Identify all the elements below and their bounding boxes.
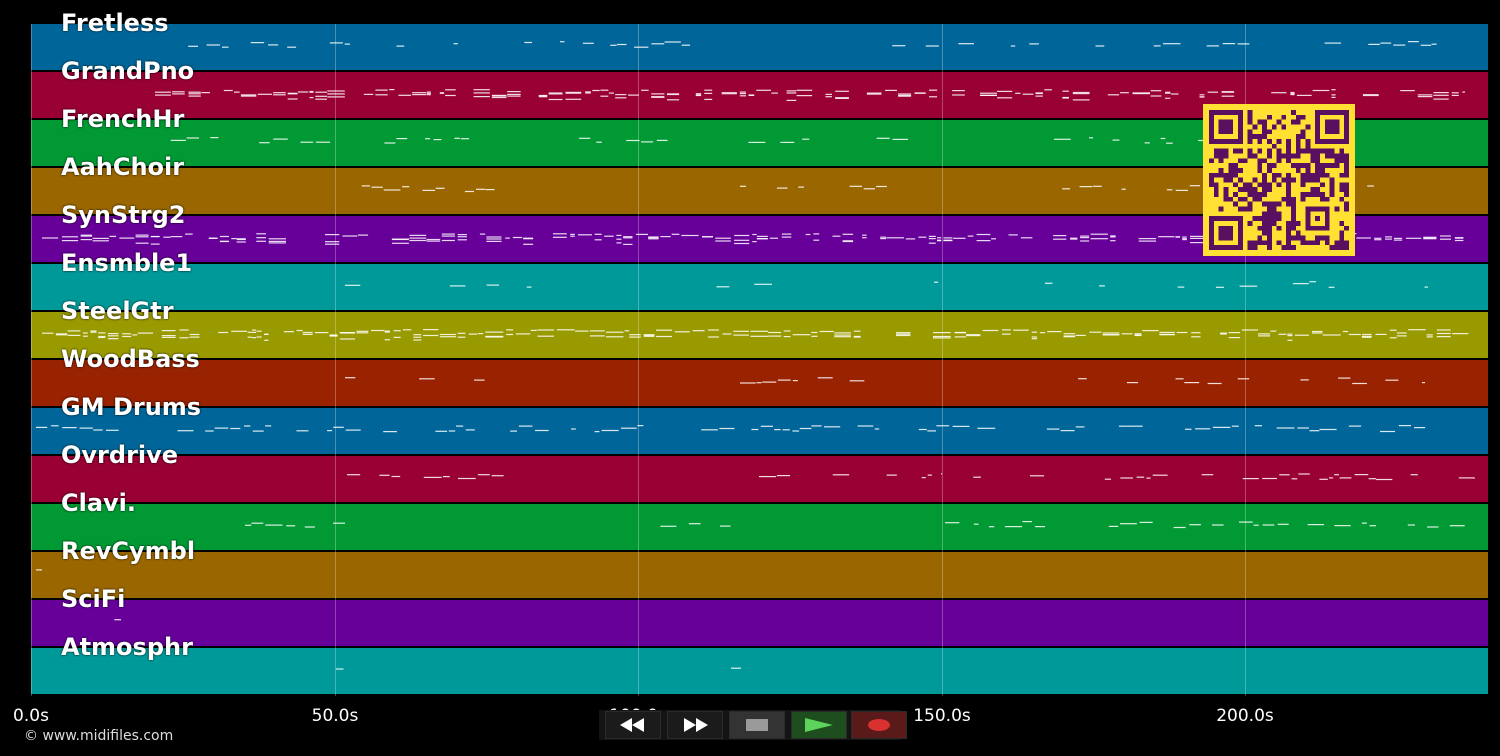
transport-bar — [599, 710, 907, 740]
time-tick-label: 200.0s — [1216, 706, 1274, 726]
fast-forward-icon — [684, 718, 708, 732]
time-tick-label: 150.0s — [913, 706, 971, 726]
track-label: Ensmble1 — [61, 249, 193, 277]
play-button[interactable] — [791, 711, 847, 739]
track-label: FrenchHr — [61, 105, 185, 133]
time-tick-label: 0.0s — [13, 706, 49, 726]
time-gridline — [31, 24, 32, 696]
track-row — [31, 360, 1488, 406]
track-row — [31, 504, 1488, 550]
track-label: GrandPno — [61, 57, 195, 85]
track-row — [31, 408, 1488, 454]
qr-code — [1203, 104, 1355, 256]
track-label: SciFi — [61, 585, 126, 613]
track-label: Ovrdrive — [61, 441, 179, 469]
time-gridline — [942, 24, 943, 696]
track-label: WoodBass — [61, 345, 200, 373]
qr-code-image — [1209, 110, 1349, 250]
stop-button[interactable] — [729, 711, 785, 739]
track-label: SteelGtr — [61, 297, 174, 325]
track-label: SynStrg2 — [61, 201, 186, 229]
rewind-button[interactable] — [605, 711, 661, 739]
fast-forward-button[interactable] — [667, 711, 723, 739]
record-icon — [868, 719, 890, 731]
track-label: Fretless — [61, 9, 169, 37]
track-label: Atmosphr — [61, 633, 193, 661]
track-row — [31, 552, 1488, 598]
track-label: GM Drums — [61, 393, 202, 421]
time-gridline — [335, 24, 336, 696]
track-row — [31, 312, 1488, 358]
track-label: Clavi. — [61, 489, 137, 517]
rewind-icon — [620, 718, 644, 732]
track-row — [31, 600, 1488, 646]
play-icon — [805, 718, 833, 732]
track-row — [31, 456, 1488, 502]
time-gridline — [638, 24, 639, 696]
time-tick-label: 50.0s — [311, 706, 359, 726]
copyright-text: © www.midifiles.com — [24, 728, 174, 744]
stop-icon — [746, 719, 768, 731]
track-row — [31, 264, 1488, 310]
track-label: AahChoir — [61, 153, 185, 181]
record-button[interactable] — [851, 711, 907, 739]
track-label: RevCymbl — [61, 537, 196, 565]
track-row — [31, 24, 1488, 70]
track-row — [31, 648, 1488, 694]
